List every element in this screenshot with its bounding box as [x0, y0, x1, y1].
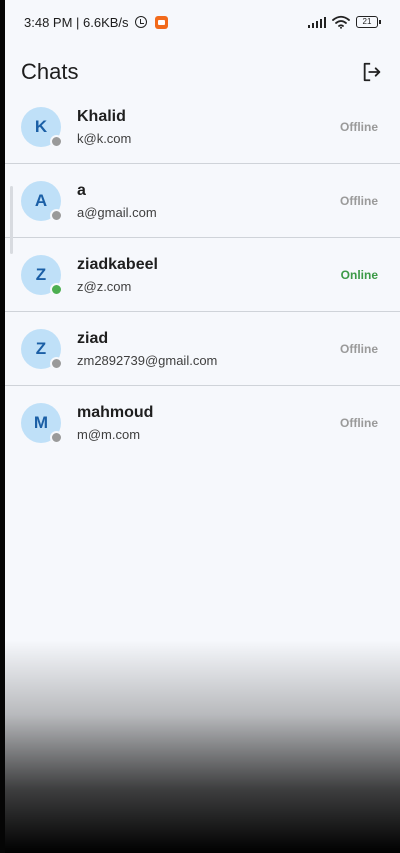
chat-info: mahmoud m@m.com [77, 404, 153, 442]
status-time-speed: 3:48 PM | 6.6KB/s [24, 14, 129, 30]
bottom-shadow-overlay [0, 640, 400, 853]
avatar-initial: A [34, 190, 48, 210]
presence-indicator [50, 282, 63, 296]
chat-info: ziad zm2892739@gmail.com [77, 330, 217, 368]
presence-indicator [50, 356, 63, 370]
chat-list-item[interactable]: Z ziadkabeel z@z.com Online [0, 238, 400, 312]
avatar-initial: M [33, 413, 49, 432]
avatar: Z [21, 254, 63, 296]
battery-icon: 21 [356, 16, 381, 28]
screen-edge [0, 0, 5, 853]
presence-indicator [50, 431, 63, 444]
avatar: M [21, 403, 63, 444]
chat-name: mahmoud [77, 404, 154, 421]
chat-name: ziad [77, 329, 109, 347]
chat-list-item[interactable]: M mahmoud m@m.com Offline [0, 386, 400, 460]
chat-list: K Khalid k@k.com Offline A a a@gmail.com… [0, 90, 400, 460]
presence-indicator [50, 134, 63, 148]
chat-info: a a@gmail.com [77, 182, 157, 220]
chat-list-item[interactable]: K Khalid k@k.com Offline [0, 90, 400, 164]
chat-screen: 3:48 PM | 6.6KB/s 21 Chats K Khalid k@k.… [0, 0, 400, 853]
presence-indicator [50, 208, 63, 222]
status-badge: Offline [340, 341, 378, 356]
chat-email: zm2892739@gmail.com [77, 352, 218, 368]
status-badge: Offline [340, 119, 378, 134]
page-title: Chats [21, 59, 79, 84]
avatar-initial: K [34, 116, 48, 136]
chat-email: m@m.com [77, 427, 141, 442]
wifi-icon [332, 15, 350, 29]
signal-icon [307, 16, 326, 28]
status-right: 21 [307, 15, 381, 29]
avatar: Z [21, 328, 63, 370]
chat-list-item[interactable]: Z ziad zm2892739@gmail.com Offline [0, 312, 400, 386]
status-bar: 3:48 PM | 6.6KB/s 21 [0, 0, 400, 44]
chat-name: Khalid [77, 107, 126, 125]
chat-email: k@k.com [77, 130, 132, 146]
status-badge: Offline [340, 416, 378, 430]
chat-info: ziadkabeel z@z.com [77, 256, 158, 294]
status-badge: Offline [340, 193, 378, 208]
chat-email: z@z.com [77, 278, 132, 294]
status-left: 3:48 PM | 6.6KB/s [24, 15, 168, 30]
chat-email: a@gmail.com [77, 204, 157, 220]
chat-info: Khalid k@k.com [77, 108, 131, 146]
logout-icon [363, 62, 381, 82]
app-notification-icon [154, 15, 168, 29]
status-badge: Online [340, 267, 378, 282]
chat-name: a [77, 181, 86, 199]
avatar: K [21, 106, 63, 148]
chat-name: ziadkabeel [77, 255, 158, 273]
chat-list-item[interactable]: A a a@gmail.com Offline [0, 164, 400, 238]
avatar: A [21, 180, 63, 222]
avatar-initial: Z [35, 264, 47, 284]
scroll-indicator [10, 186, 13, 254]
alarm-icon [134, 16, 147, 28]
logout-button[interactable] [358, 58, 386, 86]
avatar-initial: Z [35, 338, 47, 358]
